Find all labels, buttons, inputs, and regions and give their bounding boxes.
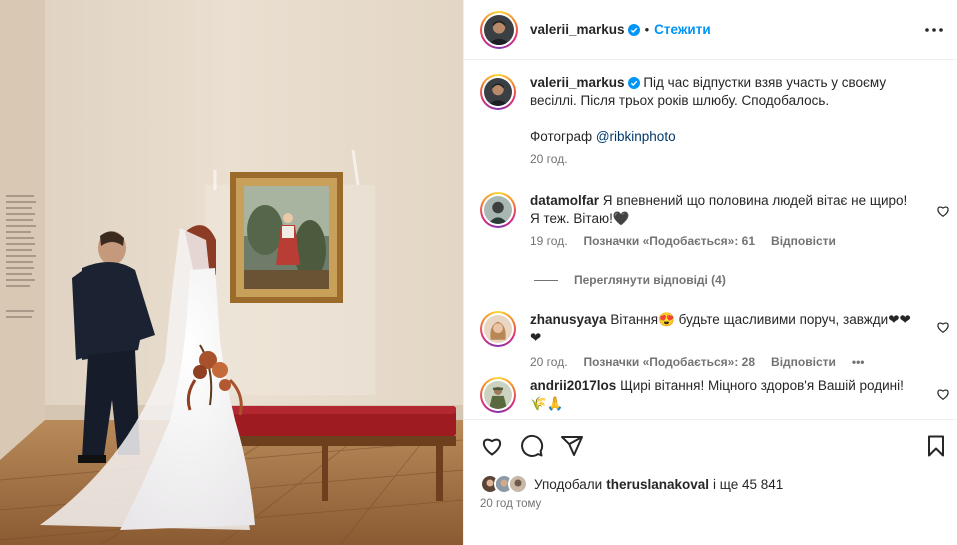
share-icon[interactable] [560, 434, 584, 458]
post-actions-bar: Уподобали theruslanakoval і ще 45 841 20… [464, 419, 957, 545]
post-timestamp[interactable]: 20 год тому [480, 498, 541, 510]
comment-username[interactable]: datamolfar [530, 193, 599, 208]
heart-icon[interactable] [480, 434, 504, 458]
wedding-photo-image [0, 0, 463, 545]
comment-username[interactable]: zhanusyaya [530, 312, 607, 327]
photographer-prefix: Фотограф [530, 129, 593, 144]
caption: valerii_markus Під час відпустки взяв уч… [480, 74, 920, 166]
caption-avatar[interactable] [480, 74, 516, 110]
more-options-button[interactable] [924, 20, 944, 40]
comment-text-block: zhanusyaya Вітання😍 будьте щасливими пор… [530, 311, 920, 347]
avatar-image [484, 14, 514, 45]
comment-item: andrii2017los Щирі вітання! Міцного здор… [480, 377, 920, 413]
likes-prefix: Уподобали [534, 476, 603, 492]
caption-photographer: Фотограф @ribkinphoto [530, 128, 920, 146]
comment-time: 19 год. [530, 234, 568, 248]
likes-summary: Уподобали theruslanakoval і ще 45 841 [480, 474, 783, 494]
caption-username[interactable]: valerii_markus [530, 75, 625, 90]
caption-meta: 20 год. [530, 152, 920, 166]
likes-rest[interactable]: і ще 45 841 [713, 477, 783, 492]
comment-avatar[interactable] [480, 377, 516, 413]
avatar-image [484, 196, 512, 224]
avatar-image [484, 78, 512, 106]
post-header: valerii_markus • Стежити [464, 0, 957, 60]
comment-time: 20 год. [530, 355, 568, 369]
comment-username[interactable]: andrii2017los [530, 378, 616, 393]
photographer-mention-link[interactable]: @ribkinphoto [596, 129, 676, 144]
reply-button[interactable]: Відповісти [771, 234, 836, 248]
comment-more-button[interactable]: ••• [852, 355, 865, 369]
comment-meta: 19 год. Позначки «Подобається»: 61 Відпо… [530, 234, 920, 248]
comment-avatar[interactable] [480, 192, 516, 228]
like-comment-heart-icon[interactable] [936, 387, 950, 401]
author-username[interactable]: valerii_markus [530, 22, 625, 37]
more-icon [925, 28, 943, 32]
comment-icon[interactable] [520, 434, 544, 458]
view-replies-label: Переглянути відповіді (4) [574, 273, 726, 287]
avatar-image [484, 315, 512, 343]
liker-avatar [508, 474, 528, 494]
comment-text-block: andrii2017los Щирі вітання! Міцного здор… [530, 377, 920, 413]
header-separator: • [644, 22, 650, 37]
post-details-panel: valerii_markus • Стежити valerii_markus … [463, 0, 957, 545]
comment-item: zhanusyaya Вітання😍 будьте щасливими пор… [480, 311, 920, 369]
comment-meta: 20 год. Позначки «Подобається»: 28 Відпо… [530, 355, 920, 369]
verified-icon [627, 77, 640, 89]
view-replies-button[interactable]: Переглянути відповіді (4) [534, 273, 726, 287]
comment-avatar[interactable] [480, 311, 516, 347]
comment-item: datamolfar Я впевнений що половина людей… [480, 192, 920, 248]
caption-text-block: valerii_markus Під час відпустки взяв уч… [530, 74, 920, 110]
follow-button[interactable]: Стежити [654, 22, 710, 37]
comment-text-block: datamolfar Я впевнений що половина людей… [530, 192, 920, 228]
liked-by-user-link[interactable]: theruslanakoval [606, 477, 709, 492]
author-avatar[interactable] [480, 10, 518, 49]
comments-section[interactable]: valerii_markus Під час відпустки взяв уч… [464, 61, 957, 419]
liker-avatars [480, 474, 528, 494]
bookmark-icon[interactable] [924, 434, 948, 458]
comment-likes-count[interactable]: Позначки «Подобається»: 61 [584, 234, 755, 248]
like-comment-heart-icon[interactable] [936, 320, 950, 334]
verified-icon [627, 23, 640, 36]
avatar-image [484, 381, 512, 409]
like-comment-heart-icon[interactable] [936, 204, 950, 218]
replies-divider-line [534, 279, 558, 281]
comment-likes-count[interactable]: Позначки «Подобається»: 28 [584, 355, 755, 369]
reply-button[interactable]: Відповісти [771, 355, 836, 369]
caption-time: 20 год. [530, 152, 568, 166]
post-photo[interactable] [0, 0, 463, 545]
